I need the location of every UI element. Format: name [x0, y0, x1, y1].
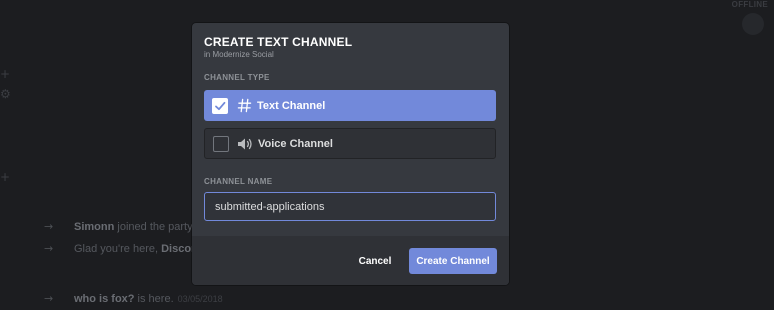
checkbox[interactable] — [213, 135, 229, 152]
channel-name-input[interactable] — [204, 192, 496, 221]
voice-channel-label: Voice Channel — [258, 137, 333, 150]
text-channel-label: Text Channel — [257, 99, 326, 112]
add-icon: + — [0, 170, 11, 184]
member-status-label: OFFLINE — [731, 0, 768, 9]
message-timestamp: 03/05/2018 — [177, 294, 223, 304]
arrow-icon: → — [44, 242, 54, 255]
message-author: who is fox? — [74, 293, 135, 305]
message-text: joined the party. — [114, 221, 195, 233]
checkmark-icon — [215, 101, 226, 110]
channel-type-label: CHANNEL TYPE — [204, 73, 270, 82]
gear-icon: ⚙ — [0, 87, 11, 101]
channel-name-label: CHANNEL NAME — [204, 177, 273, 186]
voice-channel-option[interactable]: Voice Channel — [204, 128, 496, 159]
create-channel-modal: CREATE TEXT CHANNEL in Modernize Social … — [192, 23, 509, 285]
avatar — [742, 13, 764, 35]
checkbox[interactable] — [212, 97, 228, 114]
arrow-icon: → — [44, 220, 54, 233]
arrow-icon: → — [44, 292, 54, 305]
modal-subtitle: in Modernize Social — [204, 50, 274, 59]
modal-footer: Cancel Create Channel — [192, 236, 509, 285]
create-channel-button[interactable]: Create Channel — [409, 248, 497, 274]
add-icon: + — [0, 67, 11, 81]
message-text: is here. — [134, 293, 174, 305]
modal-title: CREATE TEXT CHANNEL — [204, 35, 353, 49]
system-message: → who is fox? is here. 03/05/2018 — [44, 292, 223, 305]
hash-icon — [236, 98, 252, 114]
message-text: Glad you're here, — [74, 243, 162, 255]
message-author: Simonn — [74, 221, 115, 233]
system-message: → Simonn joined the party. — [44, 220, 195, 233]
speaker-icon — [237, 136, 253, 152]
text-channel-option[interactable]: Text Channel — [204, 90, 496, 121]
system-message: → Glad you're here, Discord — [44, 242, 202, 255]
cancel-button[interactable]: Cancel — [350, 248, 400, 274]
